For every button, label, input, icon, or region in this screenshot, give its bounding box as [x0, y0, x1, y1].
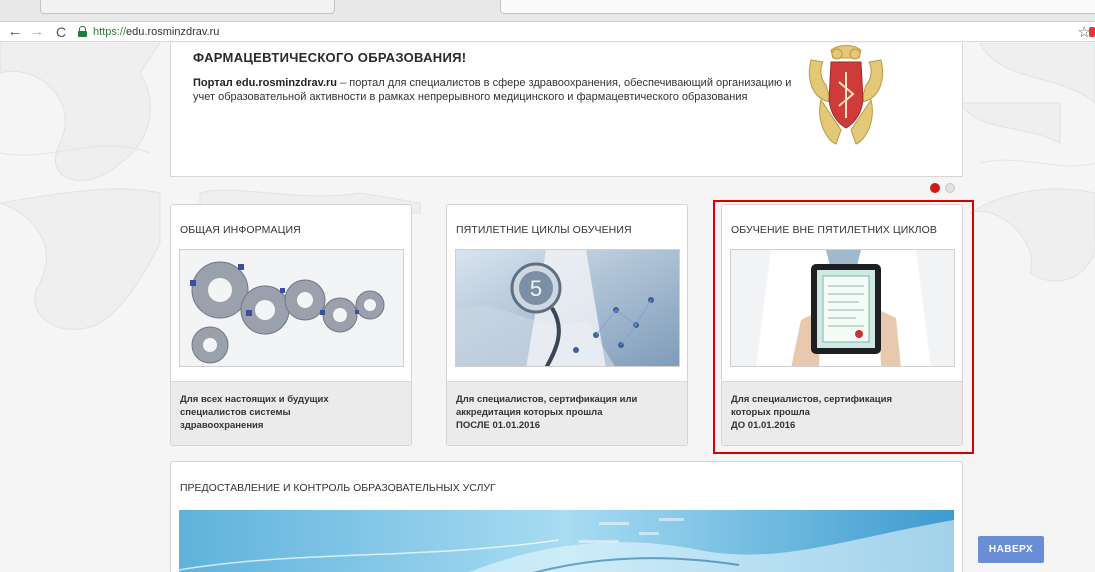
- digital-network-image: [179, 510, 954, 572]
- tablet-certificate-image: [730, 249, 955, 367]
- card-description: Для всех настоящих и будущих специалисто…: [171, 381, 411, 445]
- back-to-top-button[interactable]: НАВЕРХ: [978, 536, 1044, 563]
- card-line: Для всех настоящих и будущих: [180, 394, 329, 405]
- card-services-control[interactable]: ПРЕДОСТАВЛЕНИЕ И КОНТРОЛЬ ОБРАЗОВАТЕЛЬНЫ…: [170, 461, 963, 572]
- lock-icon: [78, 26, 87, 37]
- card-line: аккредитация которых прошла: [456, 407, 603, 418]
- panel-title: ПРЕДОСТАВЛЕНИЕ И КОНТРОЛЬ ОБРАЗОВАТЕЛЬНЫ…: [180, 482, 496, 494]
- browser-tab[interactable]: [500, 0, 1095, 14]
- browser-tab[interactable]: [40, 0, 335, 14]
- hero-slider: ФАРМАЦЕВТИЧЕСКОГО ОБРАЗОВАНИЯ! Портал ed…: [170, 43, 963, 177]
- browser-toolbar: ← → C https:// edu.rosminzdrav.ru ☆: [0, 22, 1095, 42]
- gears-image: [179, 249, 404, 367]
- slider-pagination: [930, 183, 955, 193]
- back-arrow-icon[interactable]: ←: [6, 23, 24, 41]
- card-line: Для специалистов, сертификация или: [456, 394, 638, 405]
- slider-dot[interactable]: [945, 183, 955, 193]
- card-outside-five-year-cycles[interactable]: ОБУЧЕНИЕ ВНЕ ПЯТИЛЕТНИХ ЦИКЛОВ Для специ…: [721, 204, 963, 446]
- card-line: Для специалистов, сертификация: [731, 394, 893, 405]
- url-host: edu.rosminzdrav.ru: [126, 25, 220, 38]
- reload-icon[interactable]: C: [52, 23, 70, 41]
- card-description: Для специалистов, сертификация которых п…: [722, 381, 962, 445]
- slide-description: Портал edu.rosminzdrav.ru – портал для с…: [193, 76, 813, 104]
- card-five-year-cycles[interactable]: ПЯТИЛЕТНИЕ ЦИКЛЫ ОБУЧЕНИЯ 5 Для специали…: [446, 204, 688, 446]
- card-line: здравоохранения: [180, 420, 264, 431]
- browser-tab-strip: [0, 0, 1095, 22]
- badge-five: 5: [530, 276, 542, 301]
- card-general-info[interactable]: ОБЩАЯ ИНФОРМАЦИЯ Для всех настоящих и бу…: [170, 204, 412, 446]
- extension-icon[interactable]: [1089, 27, 1095, 37]
- card-title: ОБУЧЕНИЕ ВНЕ ПЯТИЛЕТНИХ ЦИКЛОВ: [731, 224, 937, 236]
- card-title: ОБЩАЯ ИНФОРМАЦИЯ: [180, 224, 301, 236]
- card-description: Для специалистов, сертификация или аккре…: [447, 381, 687, 445]
- slider-dot-active[interactable]: [930, 183, 940, 193]
- card-line: ДО 01.01.2016: [731, 420, 796, 431]
- card-title: ПЯТИЛЕТНИЕ ЦИКЛЫ ОБУЧЕНИЯ: [456, 224, 632, 236]
- slide-description-bold: Портал edu.rosminzdrav.ru: [193, 77, 338, 89]
- card-line: которых прошла: [731, 407, 810, 418]
- stethoscope-five-image: 5: [455, 249, 680, 367]
- url-scheme: https://: [93, 25, 127, 38]
- address-bar[interactable]: https:// edu.rosminzdrav.ru: [78, 23, 1063, 41]
- slide-title: ФАРМАЦЕВТИЧЕСКОГО ОБРАЗОВАНИЯ!: [193, 50, 467, 65]
- page-viewport: ФАРМАЦЕВТИЧЕСКОГО ОБРАЗОВАНИЯ! Портал ed…: [0, 43, 1095, 572]
- card-line: специалистов системы: [180, 407, 291, 418]
- double-headed-eagle-emblem-icon: [808, 45, 884, 145]
- card-line: ПОСЛЕ 01.01.2016: [456, 420, 541, 431]
- forward-arrow-icon[interactable]: →: [28, 23, 46, 41]
